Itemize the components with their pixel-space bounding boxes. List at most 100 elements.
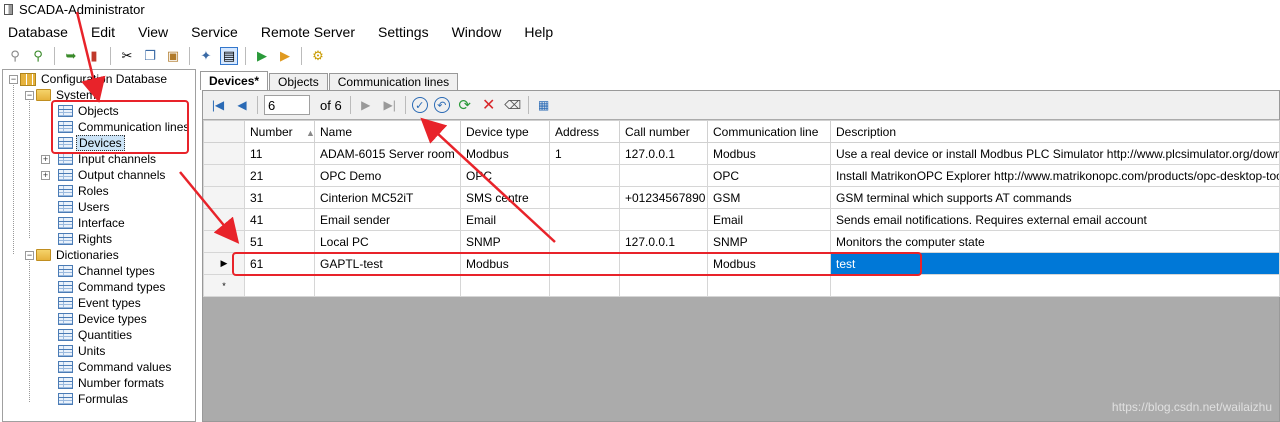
tree-node-interface[interactable]: Interface <box>58 215 127 231</box>
cell-address[interactable] <box>549 230 620 253</box>
tree-node-users[interactable]: Users <box>58 199 111 215</box>
tree-node-event-types[interactable]: Event types <box>58 295 143 311</box>
export-icon[interactable]: ▮ <box>85 47 103 65</box>
cell-number[interactable]: 11 <box>244 142 315 165</box>
cell-call-number[interactable] <box>619 164 708 187</box>
delete-icon[interactable]: ✕ <box>480 96 498 114</box>
cell-number[interactable]: 21 <box>244 164 315 187</box>
table-row-new[interactable]: * <box>203 274 1280 297</box>
row-header[interactable] <box>203 186 245 209</box>
cell-communication-line[interactable]: GSM <box>707 186 831 209</box>
import-icon[interactable]: ➥ <box>62 47 80 65</box>
tree-node-dictionaries[interactable]: Dictionaries <box>36 247 121 263</box>
cut-icon[interactable]: ✂ <box>118 47 136 65</box>
cell-description[interactable] <box>830 274 1280 297</box>
menu-service[interactable]: Service <box>189 22 240 42</box>
collapse-system-icon[interactable]: − <box>25 91 34 100</box>
step-icon[interactable]: ▶ <box>276 47 294 65</box>
cell-name[interactable]: Local PC <box>314 230 461 253</box>
menu-help[interactable]: Help <box>522 22 555 42</box>
table-row[interactable]: 11 ADAM-6015 Server room Modbus 1 127.0.… <box>203 142 1280 165</box>
cell-call-number[interactable]: 127.0.0.1 <box>619 142 708 165</box>
cell-device-type[interactable] <box>460 274 550 297</box>
cell-communication-line[interactable]: Modbus <box>707 142 831 165</box>
cell-description[interactable]: Monitors the computer state <box>830 230 1280 253</box>
row-header[interactable] <box>203 164 245 187</box>
cell-device-type[interactable]: Modbus <box>460 142 550 165</box>
cell-description[interactable]: Use a real device or install Modbus PLC … <box>830 142 1280 165</box>
cell-communication-line[interactable]: Email <box>707 208 831 231</box>
cell-communication-line[interactable] <box>707 274 831 297</box>
cell-call-number[interactable] <box>619 208 708 231</box>
cell-device-type[interactable]: SMS centre <box>460 186 550 209</box>
table-row[interactable]: 31 Cinterion MC52iT SMS centre +01234567… <box>203 186 1280 209</box>
clear-icon[interactable]: ⌫ <box>504 96 522 114</box>
column-header-device-type[interactable]: Device type <box>460 120 550 143</box>
column-header-address[interactable]: Address <box>549 120 620 143</box>
cell-name[interactable]: Email sender <box>314 208 461 231</box>
cell-number[interactable]: 51 <box>244 230 315 253</box>
tree-node-quantities[interactable]: Quantities <box>58 327 134 343</box>
tree-node-channel-types[interactable]: Channel types <box>58 263 157 279</box>
tree-node-output-channels[interactable]: Output channels <box>58 167 167 183</box>
tree-node-command-types[interactable]: Command types <box>58 279 167 295</box>
new-row-marker[interactable]: * <box>203 274 245 297</box>
cell-description[interactable]: Install MatrikonOPC Explorer http://www.… <box>830 164 1280 187</box>
first-record-icon[interactable]: |◀ <box>209 96 227 114</box>
cell-address[interactable] <box>549 186 620 209</box>
expand-input-channels-icon[interactable]: + <box>41 155 50 164</box>
column-header-description[interactable]: Description <box>830 120 1280 143</box>
save-check-icon[interactable]: ✓ <box>411 97 428 113</box>
menu-remote-server[interactable]: Remote Server <box>259 22 357 42</box>
paste-icon[interactable]: ▣ <box>164 47 182 65</box>
cell-call-number[interactable] <box>619 274 708 297</box>
menu-settings[interactable]: Settings <box>376 22 431 42</box>
column-header-name[interactable]: Name <box>314 120 461 143</box>
tab-communication-lines[interactable]: Communication lines <box>328 73 459 90</box>
run-icon[interactable]: ▶ <box>253 47 271 65</box>
next-record-icon[interactable]: ▶ <box>357 96 375 114</box>
last-record-icon[interactable]: ▶| <box>381 96 399 114</box>
cell-communication-line[interactable]: SNMP <box>707 230 831 253</box>
cell-name[interactable]: Cinterion MC52iT <box>314 186 461 209</box>
tree-node-rights[interactable]: Rights <box>58 231 114 247</box>
menu-view[interactable]: View <box>136 22 170 42</box>
cell-number[interactable]: 41 <box>244 208 315 231</box>
undo-icon[interactable]: ↶ <box>433 97 450 113</box>
table-row[interactable]: 41 Email sender Email Email Sends email … <box>203 208 1280 231</box>
row-header[interactable] <box>203 142 245 165</box>
cell-description[interactable]: Sends email notifications. Requires exte… <box>830 208 1280 231</box>
tab-objects[interactable]: Objects <box>269 73 328 90</box>
column-header-call-number[interactable]: Call number <box>619 120 708 143</box>
cell-device-type[interactable]: OPC <box>460 164 550 187</box>
row-header[interactable] <box>203 230 245 253</box>
cell-device-type[interactable]: SNMP <box>460 230 550 253</box>
menu-window[interactable]: Window <box>450 22 504 42</box>
tab-devices[interactable]: Devices* <box>200 71 269 90</box>
previous-record-icon[interactable]: ◀ <box>233 96 251 114</box>
record-position-input[interactable]: 6 <box>264 95 310 115</box>
cell-number[interactable] <box>244 274 315 297</box>
cell-name[interactable]: OPC Demo <box>314 164 461 187</box>
cell-device-type[interactable]: Email <box>460 208 550 231</box>
tree-node-units[interactable]: Units <box>58 343 107 359</box>
table-row[interactable]: 51 Local PC SNMP 127.0.0.1 SNMP Monitors… <box>203 230 1280 253</box>
collapse-dictionaries-icon[interactable]: − <box>25 251 34 260</box>
tree-node-number-formats[interactable]: Number formats <box>58 375 166 391</box>
row-header[interactable] <box>203 208 245 231</box>
tree-node-device-types[interactable]: Device types <box>58 311 149 327</box>
column-header-number[interactable]: Number ▲ <box>244 120 315 143</box>
cell-address[interactable] <box>549 208 620 231</box>
table-row[interactable]: 21 OPC Demo OPC OPC Install MatrikonOPC … <box>203 164 1280 187</box>
collapse-root-icon[interactable]: − <box>9 75 18 84</box>
tree-node-command-values[interactable]: Command values <box>58 359 173 375</box>
cell-name[interactable]: ADAM-6015 Server room <box>314 142 461 165</box>
tree-node-formulas[interactable]: Formulas <box>58 391 130 407</box>
cell-description[interactable]: GSM terminal which supports AT commands <box>830 186 1280 209</box>
copy-icon[interactable]: ❐ <box>141 47 159 65</box>
cell-name[interactable] <box>314 274 461 297</box>
grid-properties-icon[interactable]: ▦ <box>535 96 553 114</box>
menu-edit[interactable]: Edit <box>89 22 117 42</box>
cell-number[interactable]: 31 <box>244 186 315 209</box>
connect-icon[interactable]: ⚲ <box>6 47 24 65</box>
